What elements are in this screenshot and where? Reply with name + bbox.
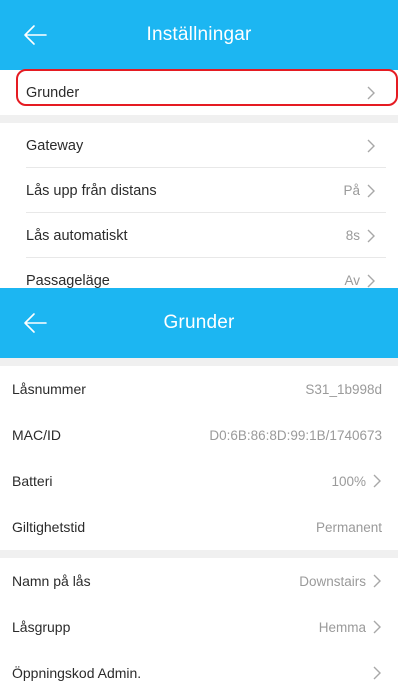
settings-item-label: Grunder [26, 84, 80, 101]
settings-group-lock: Gateway Lås upp från distans På Lås auto… [0, 123, 398, 288]
settings-screen: Inställningar Grunder Gateway Lås upp fr… [0, 0, 398, 288]
settings-item-label: Passageläge [26, 272, 110, 289]
settings-item-gateway[interactable]: Gateway [0, 123, 398, 168]
settings-item-lock-group[interactable]: Låsgrupp Hemma [0, 604, 398, 650]
chevron-right-icon [367, 274, 375, 287]
settings-item-value: Av [344, 273, 360, 288]
info-item-value: 100% [331, 473, 366, 489]
settings-item-remote-unlock[interactable]: Lås upp från distans På [0, 168, 398, 213]
settings-item-label: Öppningskod Admin. [12, 665, 142, 681]
chevron-right-icon [367, 86, 375, 99]
info-item-label: Låsnummer [12, 381, 86, 397]
chevron-right-icon [373, 474, 381, 488]
settings-header: Inställningar [0, 0, 398, 70]
chevron-right-icon [373, 666, 381, 680]
info-item-value: Permanent [315, 519, 382, 535]
chevron-right-icon [373, 574, 381, 588]
arrow-left-icon[interactable] [22, 23, 48, 47]
page-title: Grunder [163, 312, 235, 333]
settings-item-label: Gateway [26, 137, 84, 154]
settings-item-label: Lås upp från distans [26, 182, 157, 199]
info-item-battery[interactable]: Batteri 100% [0, 458, 398, 504]
info-item-lock-number: Låsnummer S31_1b998d [0, 366, 398, 412]
settings-item-value: Hemma [318, 619, 366, 635]
chevron-right-icon [373, 620, 381, 634]
section-divider [0, 358, 398, 366]
info-item-label: Batteri [12, 473, 53, 489]
settings-item-value: 8s [345, 228, 360, 243]
info-item-value: D0:6B:86:8D:99:1B/1740673 [209, 427, 382, 443]
chevron-right-icon [367, 229, 375, 242]
info-item-mac-id: MAC/ID D0:6B:86:8D:99:1B/1740673 [0, 412, 398, 458]
info-item-value: S31_1b998d [305, 381, 382, 397]
arrow-left-icon[interactable] [22, 311, 48, 335]
page-title: Inställningar [146, 24, 252, 45]
settings-item-admin-code[interactable]: Öppningskod Admin. [0, 650, 398, 690]
settings-item-auto-lock[interactable]: Lås automatiskt 8s [0, 213, 398, 258]
settings-item-passage-mode[interactable]: Passageläge Av [0, 258, 398, 288]
settings-item-value: Downstairs [299, 573, 366, 589]
info-item-validity: Giltighetstid Permanent [0, 504, 398, 550]
settings-item-lock-name[interactable]: Namn på lås Downstairs [0, 558, 398, 604]
lock-info-group: Låsnummer S31_1b998d MAC/ID D0:6B:86:8D:… [0, 366, 398, 550]
basics-screen: Grunder Låsnummer S31_1b998d MAC/ID D0:6… [0, 288, 398, 690]
settings-item-label: Lås automatiskt [26, 227, 128, 244]
settings-item-label: Namn på lås [12, 573, 91, 589]
settings-group-basic: Grunder [0, 70, 398, 115]
section-divider [0, 550, 398, 558]
chevron-right-icon [367, 139, 375, 152]
info-item-label: MAC/ID [12, 427, 61, 443]
chevron-right-icon [367, 184, 375, 197]
settings-item-grunder[interactable]: Grunder [0, 70, 398, 115]
basics-header: Grunder [0, 288, 398, 358]
settings-item-label: Låsgrupp [12, 619, 71, 635]
lock-settings-group: Namn på lås Downstairs Låsgrupp Hemma Öp… [0, 558, 398, 690]
section-divider [0, 115, 398, 123]
info-item-label: Giltighetstid [12, 519, 86, 535]
settings-item-value: På [343, 183, 360, 198]
